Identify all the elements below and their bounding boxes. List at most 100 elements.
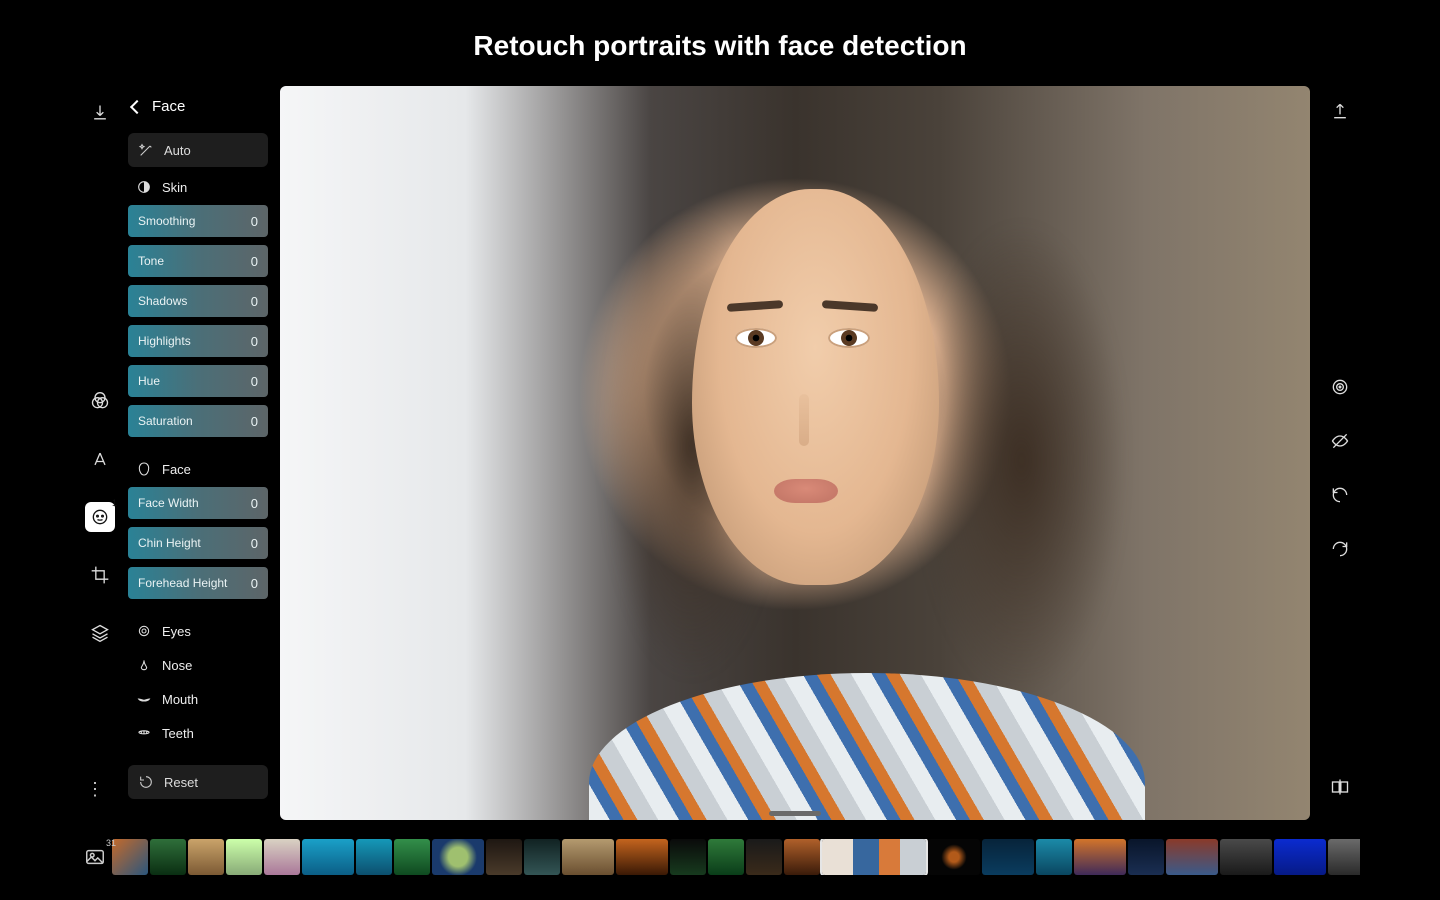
right-tool-rail	[1320, 86, 1360, 820]
thumbnail[interactable]	[670, 839, 706, 875]
slider-forehead-height[interactable]: Forehead Height 0	[128, 567, 268, 599]
slider-label: Tone	[138, 254, 164, 268]
slider-shadows[interactable]: Shadows 0	[128, 285, 268, 317]
slider-value: 0	[251, 536, 258, 551]
more-vertical-icon: ⋮	[86, 779, 106, 799]
slider-value: 0	[251, 374, 258, 389]
eye-off-icon	[1330, 431, 1350, 451]
auto-label: Auto	[164, 143, 191, 158]
slider-chin-height[interactable]: Chin Height0	[128, 527, 268, 559]
reset-icon	[138, 774, 154, 790]
section-teeth-header[interactable]: Teeth	[128, 717, 268, 747]
undo-button[interactable]	[1327, 482, 1353, 508]
text-icon	[90, 449, 110, 469]
thumbnail[interactable]	[112, 839, 148, 875]
slider-smoothing[interactable]: Smoothing0	[128, 205, 268, 237]
text-tool-button[interactable]	[85, 444, 115, 474]
redo-button[interactable]	[1327, 536, 1353, 562]
visibility-off-button[interactable]	[1327, 428, 1353, 454]
slider-face-width[interactable]: Face Width0	[128, 487, 268, 519]
slider-value: 0	[251, 496, 258, 511]
sidebar-back-button[interactable]: Face	[128, 86, 268, 129]
redo-icon	[1330, 539, 1350, 559]
thumbnail[interactable]	[1166, 839, 1218, 875]
thumbnail[interactable]	[1220, 839, 1272, 875]
image-icon	[84, 846, 106, 868]
portrait-image	[280, 86, 1310, 820]
more-menu-button[interactable]: ⋮	[84, 779, 108, 800]
undo-icon	[1330, 485, 1350, 505]
thumbnail[interactable]	[226, 839, 262, 875]
target-button[interactable]	[1327, 374, 1353, 400]
section-mouth-header[interactable]: Mouth	[128, 683, 268, 713]
nose-icon	[136, 657, 152, 673]
slider-value: 0	[251, 294, 258, 309]
slider-highlights[interactable]: Highlights0	[128, 325, 268, 357]
thumbnail[interactable]	[356, 839, 392, 875]
compare-icon	[1330, 777, 1350, 797]
section-eyes-header[interactable]: Eyes	[128, 615, 268, 645]
library-button[interactable]: 31	[80, 842, 110, 872]
thumbnail[interactable]	[394, 839, 430, 875]
download-button[interactable]	[85, 98, 115, 128]
face-outline-icon	[136, 461, 152, 477]
thumbnail[interactable]	[1328, 839, 1360, 875]
layers-tool-button[interactable]	[85, 618, 115, 648]
thumbnail[interactable]	[432, 839, 484, 875]
slider-value: 0	[251, 214, 258, 229]
thumbnail-strip[interactable]	[112, 839, 1360, 875]
auto-button[interactable]: Auto	[128, 133, 268, 167]
target-icon	[1330, 377, 1350, 397]
share-icon	[1330, 101, 1350, 121]
color-tool-button[interactable]	[85, 386, 115, 416]
thumbnail[interactable]	[1074, 839, 1126, 875]
thumbnail[interactable]	[150, 839, 186, 875]
image-canvas[interactable]	[280, 86, 1310, 820]
library-count: 31	[106, 838, 116, 848]
thumbnail[interactable]	[1036, 839, 1072, 875]
section-mouth-label: Mouth	[162, 692, 198, 707]
share-button[interactable]	[1327, 98, 1353, 124]
slider-label: Shadows	[138, 294, 187, 308]
thumbnail[interactable]	[784, 839, 820, 875]
section-eyes-label: Eyes	[162, 624, 191, 639]
face-tool-button[interactable]: 1	[85, 502, 115, 532]
sidebar-title: Face	[152, 98, 185, 115]
chevron-left-icon	[130, 99, 144, 113]
thumbnail[interactable]	[1128, 839, 1164, 875]
slider-value: 0	[251, 576, 258, 591]
thumbnail[interactable]	[616, 839, 668, 875]
compare-button[interactable]	[1327, 774, 1353, 800]
slider-value: 0	[251, 414, 258, 429]
section-skin-header[interactable]: Skin	[128, 171, 268, 201]
thumbnail[interactable]	[562, 839, 614, 875]
crop-tool-button[interactable]	[85, 560, 115, 590]
canvas-resize-handle[interactable]	[769, 811, 821, 816]
thumbnail[interactable]	[708, 839, 744, 875]
section-skin-label: Skin	[162, 180, 187, 195]
editor-frame: 1 ⋮ Face Auto Skin Smoothing0 Tone0	[80, 86, 1360, 820]
section-face-label: Face	[162, 462, 191, 477]
section-teeth-label: Teeth	[162, 726, 194, 741]
thumbnail-selected[interactable]	[822, 839, 926, 875]
crop-icon	[90, 565, 110, 585]
thumbnail[interactable]	[264, 839, 300, 875]
thumbnail[interactable]	[486, 839, 522, 875]
teeth-icon	[136, 725, 152, 741]
thumbnail[interactable]	[302, 839, 354, 875]
reset-button[interactable]: Reset	[128, 765, 268, 799]
face-icon	[90, 507, 110, 527]
slider-label: Forehead Height	[138, 576, 227, 590]
thumbnail[interactable]	[928, 839, 980, 875]
slider-label: Hue	[138, 374, 160, 388]
section-nose-header[interactable]: Nose	[128, 649, 268, 679]
slider-hue[interactable]: Hue 0	[128, 365, 268, 397]
section-face-header[interactable]: Face	[128, 453, 268, 483]
thumbnail[interactable]	[1274, 839, 1326, 875]
thumbnail[interactable]	[746, 839, 782, 875]
slider-saturation[interactable]: Saturation0	[128, 405, 268, 437]
thumbnail[interactable]	[982, 839, 1034, 875]
thumbnail[interactable]	[188, 839, 224, 875]
thumbnail[interactable]	[524, 839, 560, 875]
slider-tone[interactable]: Tone0	[128, 245, 268, 277]
